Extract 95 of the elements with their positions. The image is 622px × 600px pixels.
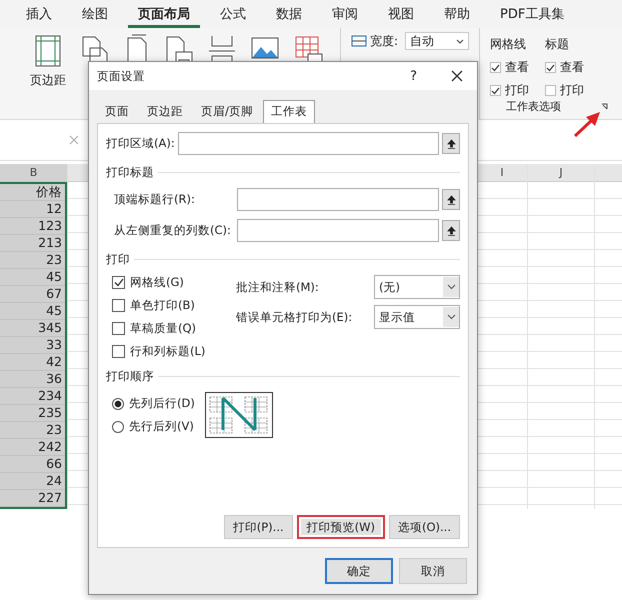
caret-icon	[456, 38, 464, 44]
option-checkbox[interactable]: 打印	[490, 82, 529, 99]
table-cell: 227	[0, 490, 65, 507]
radio-button[interactable]	[112, 398, 124, 410]
dialog-button[interactable]: 取消	[399, 558, 467, 584]
table-cell: 23	[0, 252, 65, 269]
width-dropdown[interactable]: 自动	[405, 32, 469, 50]
field-label: 顶端标题行(R):	[114, 192, 196, 207]
table-cell: 67	[0, 286, 65, 303]
dialog-launcher-icon[interactable]	[601, 102, 609, 110]
ribbon-tab[interactable]: PDF工具集	[490, 1, 574, 27]
collapse-button[interactable]	[442, 133, 460, 154]
option-checkbox[interactable]: 查看	[545, 59, 584, 76]
dialog-title: 页面设置	[97, 68, 146, 84]
width-icon	[351, 34, 367, 48]
radio-button[interactable]	[112, 420, 124, 432]
input-field[interactable]	[237, 219, 439, 242]
ribbon-tab[interactable]: 绘图	[72, 1, 118, 27]
table-cell: 12	[0, 201, 65, 218]
ribbon-tab[interactable]: 帮助	[434, 1, 480, 27]
table-cell: 42	[0, 354, 65, 371]
dropdown[interactable]: (无)	[374, 275, 460, 299]
table-cell: 66	[0, 456, 65, 473]
print-option-checkbox[interactable]: 行和列标题(L)	[112, 344, 222, 359]
upload-arrow-icon	[446, 138, 456, 148]
print-option-checkbox[interactable]: 单色打印(B)	[112, 298, 222, 313]
table-cell: 23	[0, 422, 65, 439]
field-label: 从左侧重复的列数(C):	[114, 223, 232, 238]
ribbon-tab[interactable]: 视图	[378, 1, 424, 27]
dialog-tab[interactable]: 页眉/页脚	[193, 100, 261, 123]
dropdown[interactable]: 显示值	[374, 305, 460, 329]
table-cell: 45	[0, 269, 65, 286]
field-label: 打印区域(A):	[106, 136, 175, 151]
checkbox[interactable]	[112, 322, 125, 335]
table-cell: 45	[0, 303, 65, 320]
dialog-button[interactable]: 选项(O)...	[389, 515, 460, 539]
annotation-arrow	[572, 110, 602, 138]
page-order-radio[interactable]: 先行后列(V)	[112, 419, 195, 434]
help-button[interactable]: ?	[410, 68, 417, 84]
section-heading: 打印顺序	[106, 369, 154, 384]
table-cell: 242	[0, 439, 65, 456]
section-heading: 打印	[106, 252, 130, 267]
table-cell: 234	[0, 388, 65, 405]
group-label: 工作表选项	[506, 99, 561, 114]
upload-arrow-icon	[446, 194, 456, 204]
table-cell: 36	[0, 371, 65, 388]
option-group-title: 标题	[545, 36, 570, 53]
upload-arrow-icon	[446, 226, 456, 236]
option-group-title: 网格线	[490, 36, 527, 53]
margins-icon	[34, 34, 62, 68]
table-cell: 价格	[0, 184, 65, 201]
dialog-button[interactable]: 打印(P)...	[224, 515, 293, 539]
width-label: 宽度:	[370, 32, 398, 50]
input-field[interactable]	[178, 132, 439, 155]
column-header[interactable]: B	[0, 164, 67, 182]
collapse-button[interactable]	[442, 189, 460, 210]
field-label: 错误单元格打印为(E):	[236, 310, 354, 324]
ribbon-tab[interactable]: 数据	[266, 1, 312, 27]
caret-icon	[446, 284, 456, 290]
dialog-button[interactable]: 打印预览(W)	[296, 515, 385, 539]
print-option-checkbox[interactable]: 网格线(G)	[112, 275, 222, 290]
dialog-button[interactable]: 确定	[325, 558, 393, 584]
column-header[interactable]: I	[477, 164, 527, 182]
collapse-button[interactable]	[442, 220, 460, 241]
checkbox[interactable]	[545, 85, 556, 96]
table-cell: 123	[0, 218, 65, 235]
checkbox[interactable]	[112, 299, 125, 312]
checkbox[interactable]	[490, 85, 501, 96]
checkbox[interactable]	[112, 345, 125, 358]
checkbox[interactable]	[112, 276, 125, 289]
table-cell: 235	[0, 405, 65, 422]
margins-button[interactable]: 页边距	[30, 34, 66, 89]
dialog-tab[interactable]: 页边距	[139, 100, 191, 123]
close-icon[interactable]	[451, 70, 463, 82]
input-field[interactable]	[237, 188, 439, 211]
dialog-tab[interactable]: 页面	[97, 100, 137, 123]
table-cell: 33	[0, 337, 65, 354]
checkbox[interactable]	[490, 62, 501, 73]
print-option-checkbox[interactable]: 草稿质量(Q)	[112, 321, 222, 336]
option-checkbox[interactable]: 打印	[545, 82, 584, 99]
page-order-drawing	[204, 392, 273, 438]
page-order-radio[interactable]: 先列后行(D)	[112, 396, 195, 411]
table-cell: 213	[0, 235, 65, 252]
ribbon-tab[interactable]: 审阅	[322, 1, 368, 27]
caret-icon	[446, 314, 456, 320]
ribbon-tab[interactable]: 插入	[16, 1, 62, 27]
checkbox[interactable]	[545, 62, 556, 73]
field-label: 批注和注释(M):	[236, 280, 320, 294]
option-checkbox[interactable]: 查看	[490, 59, 529, 76]
ribbon-tab[interactable]: 公式	[210, 1, 256, 27]
section-heading: 打印标题	[106, 165, 154, 180]
dialog-tab[interactable]: 工作表	[262, 100, 315, 123]
table-cell: 345	[0, 320, 65, 337]
column-header[interactable]: J	[528, 164, 594, 182]
table-cell: 24	[0, 473, 65, 490]
